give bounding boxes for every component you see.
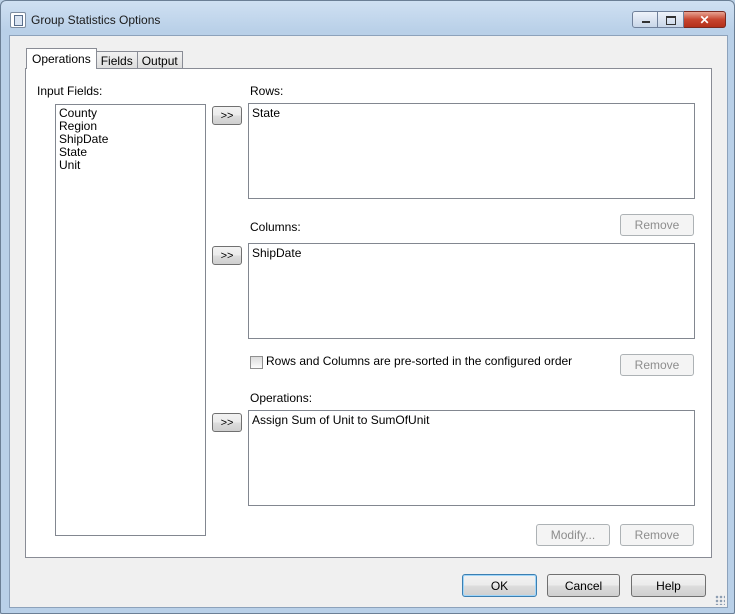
tab-fields[interactable]: Fields [95,51,138,69]
operations-remove-button[interactable]: Remove [620,524,694,546]
operations-panel: Input Fields: County Region ShipDate Sta… [25,68,712,558]
list-item[interactable]: Unit [56,159,205,172]
list-item[interactable]: Assign Sum of Unit to SumOfUnit [249,414,694,427]
close-button[interactable] [684,11,726,28]
maximize-button[interactable] [658,11,684,28]
title-bar[interactable]: Group Statistics Options [1,1,734,35]
presorted-label[interactable]: Rows and Columns are pre-sorted in the c… [266,354,572,368]
window-title: Group Statistics Options [31,13,161,27]
operations-label: Operations: [250,391,313,405]
dialog-client: Operations Fields Output Input Fields: C… [9,35,728,608]
app-icon [10,12,26,28]
cancel-button[interactable]: Cancel [547,574,620,597]
add-to-columns-button[interactable]: >> [212,246,242,265]
input-fields-list[interactable]: County Region ShipDate State Unit [55,104,206,536]
minimize-button[interactable] [632,11,658,28]
add-to-rows-button[interactable]: >> [212,106,242,125]
tab-operations[interactable]: Operations [26,48,97,69]
add-to-operations-button[interactable]: >> [212,413,242,432]
caption-buttons [632,11,726,28]
presorted-checkbox[interactable] [250,356,263,369]
list-item[interactable]: State [249,107,694,120]
dialog-window: Group Statistics Options Operations Fiel… [0,0,735,614]
resize-grip-icon[interactable] [715,595,725,605]
rows-remove-button[interactable]: Remove [620,214,694,236]
tab-strip: Operations Fields Output [26,48,183,69]
help-button[interactable]: Help [631,574,706,597]
tab-output[interactable]: Output [136,51,183,69]
input-fields-label: Input Fields: [37,84,103,98]
operations-list[interactable]: Assign Sum of Unit to SumOfUnit [248,410,695,506]
columns-list[interactable]: ShipDate [248,243,695,339]
rows-list[interactable]: State [248,103,695,199]
ok-button[interactable]: OK [462,574,537,597]
rows-label: Rows: [250,84,284,98]
columns-label: Columns: [250,220,301,234]
columns-remove-button[interactable]: Remove [620,354,694,376]
list-item[interactable]: ShipDate [249,247,694,260]
operations-modify-button[interactable]: Modify... [536,524,610,546]
